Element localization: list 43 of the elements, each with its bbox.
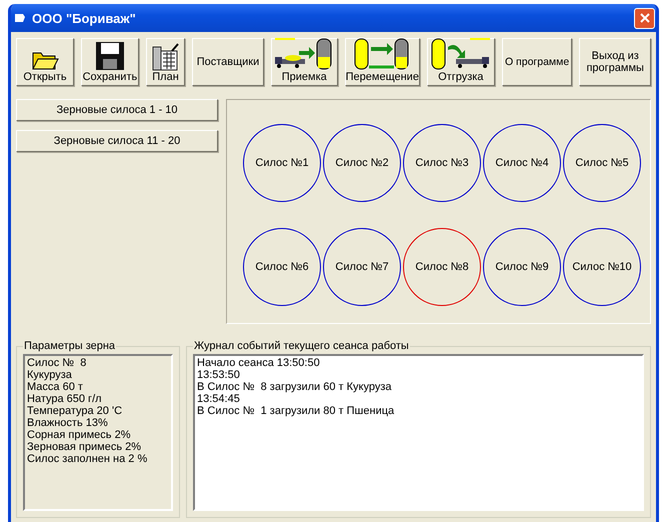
text-line: Температура 20 'С [27,405,124,417]
silo-circle[interactable]: Силос №1 [243,124,321,202]
text-line: Натура 650 г/л [27,393,103,405]
silo-group-button[interactable]: Зерновые силоса 11 - 20 [16,130,218,152]
silo-circle[interactable]: Силос №6 [243,228,321,306]
toolbar-button[interactable]: Поставщики [192,38,264,86]
toolbar-button[interactable]: Отгрузка [426,38,495,86]
toolbar-button[interactable]: План [146,38,186,86]
toolbar-button[interactable]: Открыть [16,38,74,86]
building-plan-icon [152,43,180,71]
text-line: Силос заполнен на 2 % [27,453,148,465]
text-line: 13:53:50 [197,369,241,381]
silo-circle[interactable]: Силос №10 [563,228,641,306]
group-title: Журнал событий текущего сеанса работы [193,340,410,352]
silo-circle[interactable]: Силос №3 [403,124,481,202]
text-line: В Силос № 1 загрузили 80 т Пшеница [197,405,396,417]
toolbar-button[interactable]: Приемка [270,38,338,86]
silo-group-button[interactable]: Зерновые силоса 1 - 10 [16,99,218,121]
silo-circle[interactable]: Силос №4 [483,124,561,202]
text-line: Начало сеанса 13:50:50 [197,357,321,369]
text-line: Влажность 13% [27,417,109,429]
silo-circle[interactable]: Силос №7 [323,228,401,306]
silo-circle[interactable]: Силос №5 [563,124,641,202]
close-icon [638,12,650,24]
group-title: Параметры зерна [23,340,116,352]
silo-to-truck-icon [430,37,492,71]
text-line: 13:54:45 [197,393,241,405]
toolbar-button[interactable]: Сохранить [80,38,139,86]
window-title: ООО "Бориваж" [32,10,137,26]
text-line: Силос № 8 [27,357,88,369]
toolbar-button[interactable]: О программе [502,38,572,86]
silo-circle[interactable]: Силос №8 [403,228,481,306]
toolbar-button[interactable]: Выход из программы [579,38,651,86]
text-line: В Силос № 8 загрузили 60 т Кукуруза [197,381,393,393]
toolbar-button[interactable]: Перемещение [344,38,420,86]
silo-circle[interactable]: Силос №2 [323,124,401,202]
text-line: Масса 60 т [27,381,84,393]
text-line: Сорная примесь 2% [27,429,132,441]
app-icon [14,13,26,23]
text-line: Кукуруза [27,369,73,381]
text-line: Зерновая примесь 2% [27,441,142,453]
silo-circle[interactable]: Силос №9 [483,228,561,306]
close-button[interactable] [634,8,655,28]
